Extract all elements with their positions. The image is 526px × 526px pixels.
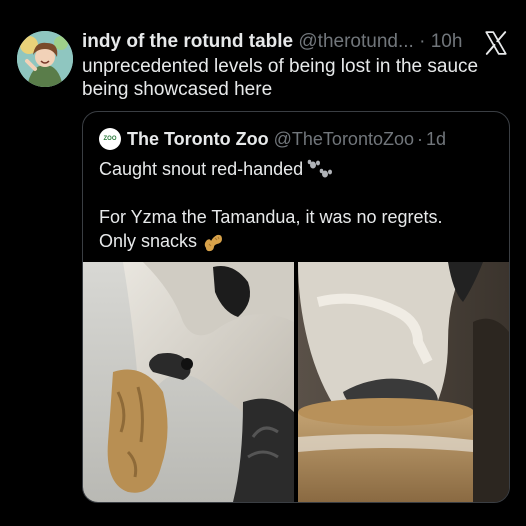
tamandua-photo-right[interactable] (298, 262, 509, 502)
quoted-line-1: Caught snout red-handed (99, 159, 304, 179)
media-grid (83, 262, 509, 502)
quoted-post-time[interactable]: 1d (426, 128, 446, 150)
quoted-tweet[interactable]: ZOO The Toronto Zoo @TheTorontoZoo · 1d … (82, 111, 510, 503)
quoted-tweet-header: ZOO The Toronto Zoo @TheTorontoZoo · 1d (99, 128, 446, 150)
author-avatar[interactable] (17, 31, 73, 87)
quoted-separator-dot: · (416, 129, 423, 149)
post-time[interactable]: 10h (431, 31, 463, 52)
peanut-icon (204, 234, 223, 251)
quoted-author-avatar[interactable]: ZOO (99, 128, 121, 150)
quoted-line-3: Only snacks (99, 231, 198, 252)
quoted-author-name[interactable]: The Toronto Zoo (127, 128, 269, 150)
x-logo-icon[interactable] (483, 30, 509, 56)
tweet[interactable]: indy of the rotund table @therotund... ·… (0, 0, 526, 526)
author-name[interactable]: indy of the rotund table (82, 31, 293, 52)
paw-prints-icon (307, 160, 333, 178)
post-text: unprecedented levels of being lost in th… (82, 56, 479, 100)
quoted-line-2: For Yzma the Tamandua, it was no regrets… (99, 207, 443, 228)
author-handle[interactable]: @therotund... (298, 31, 413, 52)
quoted-author-handle[interactable]: @TheTorontoZoo (274, 128, 414, 150)
separator-dot: · (419, 31, 426, 52)
tamandua-photo-left[interactable] (83, 262, 294, 502)
quoted-tweet-text: Caught snout red-handed For Yzma the Tam… (99, 157, 499, 254)
tweet-header: indy of the rotund table @therotund... ·… (82, 30, 462, 54)
zoo-logo-text: ZOO (103, 136, 117, 142)
